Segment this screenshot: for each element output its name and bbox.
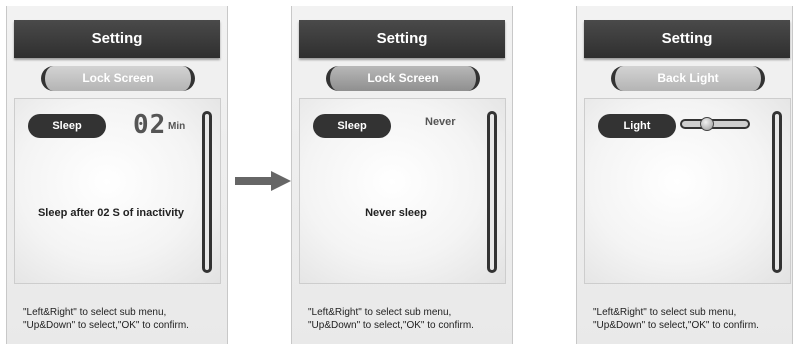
sleep-description: Never sleep (365, 207, 427, 219)
light-option-button[interactable]: Light (598, 114, 676, 138)
brightness-slider[interactable] (680, 117, 750, 131)
help-line-2: "Up&Down" to select,"OK" to confirm. (593, 320, 759, 331)
submenu-lock-screen[interactable]: Lock Screen (41, 66, 195, 91)
content-area: Light (584, 98, 791, 284)
scrollbar[interactable] (487, 111, 497, 273)
submenu-lock-screen[interactable]: Lock Screen (326, 66, 480, 91)
settings-title: Setting (14, 20, 220, 58)
sleep-time-unit: Min (168, 121, 186, 132)
content-area: Sleep 02 Min Sleep after 02 S of inactiv… (14, 98, 221, 284)
help-line-2: "Up&Down" to select,"OK" to confirm. (23, 320, 189, 331)
sleep-time-value: 02 (133, 110, 167, 140)
help-line-2: "Up&Down" to select,"OK" to confirm. (308, 320, 474, 331)
right-arrow-icon (235, 171, 291, 191)
submenu-back-light[interactable]: Back Light (611, 66, 765, 91)
help-line-1: "Left&Right" to select sub menu, (593, 307, 737, 318)
settings-title: Setting (299, 20, 505, 58)
scrollbar[interactable] (772, 111, 782, 273)
sleep-time-value: Never (425, 116, 456, 128)
settings-panel-lock-screen-2min: Setting Lock Screen Sleep 02 Min Sleep a… (6, 6, 228, 344)
scrollbar[interactable] (202, 111, 212, 273)
help-text: "Left&Right" to select sub menu, "Up&Dow… (593, 306, 793, 332)
settings-panel-lock-screen-never: Setting Lock Screen Sleep Never Never sl… (291, 6, 513, 344)
settings-title: Setting (584, 20, 790, 58)
help-line-1: "Left&Right" to select sub menu, (23, 307, 167, 318)
help-text: "Left&Right" to select sub menu, "Up&Dow… (308, 306, 508, 332)
sleep-option-button[interactable]: Sleep (313, 114, 391, 138)
sleep-option-button[interactable]: Sleep (28, 114, 106, 138)
slider-knob[interactable] (700, 117, 715, 131)
sleep-description: Sleep after 02 S of inactivity (37, 207, 185, 219)
help-line-1: "Left&Right" to select sub menu, (308, 307, 452, 318)
content-area: Sleep Never Never sleep (299, 98, 506, 284)
settings-panel-back-light: Setting Back Light Light "Left&Right" to… (576, 6, 793, 344)
help-text: "Left&Right" to select sub menu, "Up&Dow… (23, 306, 223, 332)
